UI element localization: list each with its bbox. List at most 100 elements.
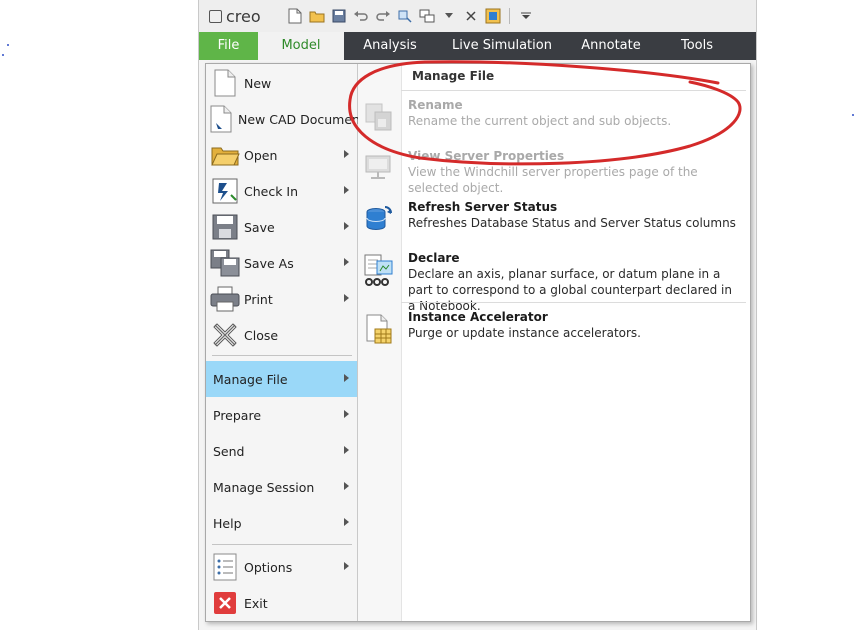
menu-item-manage-session[interactable]: Manage Session bbox=[206, 469, 357, 505]
menu-item-save-as[interactable]: Save As bbox=[206, 245, 357, 281]
submenu-arrow-icon bbox=[344, 294, 349, 302]
close-window-icon[interactable] bbox=[463, 8, 479, 24]
creo-logo-text: creo bbox=[226, 7, 261, 26]
toolbar-separator bbox=[509, 8, 510, 24]
tab-model[interactable]: Model bbox=[258, 32, 344, 60]
quick-access-toolbar: creo bbox=[199, 0, 756, 33]
windows-icon[interactable] bbox=[419, 8, 435, 24]
submenu-item-instance-accelerator[interactable]: Instance Accelerator Purge or update ins… bbox=[358, 310, 750, 350]
menu-item-label: Open bbox=[244, 147, 278, 163]
file-menu-list: New New CAD Document Open Check In Save … bbox=[206, 64, 365, 621]
creo-logo-icon bbox=[209, 10, 222, 23]
new-document-icon bbox=[210, 68, 240, 98]
menu-item-label: Save As bbox=[244, 255, 294, 271]
submenu-arrow-icon bbox=[344, 374, 349, 382]
menu-item-open[interactable]: Open bbox=[206, 137, 357, 173]
menu-item-exit[interactable]: Exit bbox=[206, 585, 357, 621]
save-icon[interactable] bbox=[331, 8, 347, 24]
tab-annotate[interactable]: Annotate bbox=[568, 32, 654, 60]
submenu-arrow-icon bbox=[344, 150, 349, 158]
menu-item-close[interactable]: Close bbox=[206, 317, 357, 353]
menu-item-label: Save bbox=[244, 219, 275, 235]
submenu-arrow-icon bbox=[344, 562, 349, 570]
annotation-dot bbox=[2, 54, 4, 56]
submenu-item-title: Declare bbox=[408, 251, 460, 265]
annotation-dot bbox=[852, 114, 854, 116]
menu-item-label: Exit bbox=[244, 595, 268, 611]
menu-divider bbox=[212, 355, 352, 356]
creo-logo: creo bbox=[209, 7, 261, 26]
menu-item-label: Options bbox=[244, 559, 293, 575]
menu-item-label: Check In bbox=[244, 183, 299, 199]
menu-item-label: Manage Session bbox=[213, 479, 315, 495]
submenu-arrow-icon bbox=[344, 410, 349, 418]
manage-file-submenu: Manage File Rename Rename the current ob… bbox=[358, 64, 750, 621]
printer-icon bbox=[210, 284, 240, 314]
exit-icon bbox=[210, 588, 240, 618]
submenu-item-view-server-properties[interactable]: View Server Properties View the Windchil… bbox=[358, 149, 750, 199]
menu-item-label: Prepare bbox=[213, 407, 262, 423]
submenu-arrow-icon bbox=[344, 482, 349, 490]
menu-item-save[interactable]: Save bbox=[206, 209, 357, 245]
save-icon bbox=[210, 212, 240, 242]
submenu-arrow-icon bbox=[344, 446, 349, 454]
options-list-icon bbox=[210, 552, 240, 582]
menu-item-new-cad-document[interactable]: New CAD Document bbox=[206, 101, 365, 137]
submenu-item-rename[interactable]: Rename Rename the current object and sub… bbox=[358, 98, 750, 150]
submenu-arrow-icon bbox=[344, 518, 349, 526]
open-folder-icon bbox=[210, 140, 240, 170]
customize-toolbar-icon[interactable] bbox=[518, 8, 534, 24]
instance-accelerator-icon bbox=[362, 312, 396, 346]
submenu-divider bbox=[401, 302, 746, 303]
tab-analysis[interactable]: Analysis bbox=[344, 32, 436, 60]
submenu-arrow-icon bbox=[344, 222, 349, 230]
new-cad-document-icon bbox=[210, 104, 234, 134]
menu-item-new[interactable]: New bbox=[206, 65, 357, 101]
menu-item-options[interactable]: Options bbox=[206, 549, 357, 585]
menu-item-label: Help bbox=[213, 515, 242, 531]
declare-icon bbox=[362, 253, 396, 287]
tab-live-simulation[interactable]: Live Simulation bbox=[436, 32, 568, 60]
check-in-toolbar-icon[interactable] bbox=[485, 8, 501, 24]
rename-icon bbox=[362, 100, 396, 134]
menu-item-label: New bbox=[244, 75, 272, 91]
menu-item-help[interactable]: Help bbox=[206, 505, 357, 541]
menu-item-print[interactable]: Print bbox=[206, 281, 357, 317]
submenu-item-description: Rename the current object and sub object… bbox=[408, 114, 672, 128]
undo-icon[interactable] bbox=[353, 8, 369, 24]
menu-item-check-in[interactable]: Check In bbox=[206, 173, 357, 209]
menu-divider bbox=[212, 544, 352, 545]
save-as-icon bbox=[210, 248, 240, 278]
chevron-down-icon[interactable] bbox=[441, 8, 457, 24]
menu-item-label: Send bbox=[213, 443, 245, 459]
submenu-item-description: Refreshes Database Status and Server Sta… bbox=[408, 216, 736, 230]
submenu-arrow-icon bbox=[344, 258, 349, 266]
tab-file[interactable]: File bbox=[199, 32, 258, 60]
menu-item-manage-file[interactable]: Manage File bbox=[206, 361, 357, 397]
submenu-item-description: Purge or update instance accelerators. bbox=[408, 326, 641, 340]
server-properties-icon bbox=[362, 151, 396, 185]
regenerate-icon[interactable] bbox=[397, 8, 413, 24]
submenu-item-title: View Server Properties bbox=[408, 149, 565, 163]
redo-icon[interactable] bbox=[375, 8, 391, 24]
submenu-item-refresh-server-status[interactable]: Refresh Server Status Refreshes Database… bbox=[358, 200, 750, 240]
close-icon bbox=[210, 320, 240, 350]
menu-item-label: New CAD Document bbox=[238, 111, 365, 127]
submenu-header-divider bbox=[401, 90, 746, 91]
submenu-item-description: Declare an axis, planar surface, or datu… bbox=[408, 267, 732, 313]
check-in-icon bbox=[210, 176, 240, 206]
submenu-item-title: Rename bbox=[408, 98, 463, 112]
open-folder-icon[interactable] bbox=[309, 8, 325, 24]
ribbon-tabs: File Model Analysis Live Simulation Anno… bbox=[199, 32, 756, 60]
submenu-item-description: View the Windchill server properties pag… bbox=[408, 165, 698, 195]
tab-tools[interactable]: Tools bbox=[654, 32, 740, 60]
menu-item-send[interactable]: Send bbox=[206, 433, 357, 469]
new-file-icon[interactable] bbox=[287, 8, 303, 24]
menu-item-prepare[interactable]: Prepare bbox=[206, 397, 357, 433]
submenu-header: Manage File bbox=[412, 69, 495, 83]
submenu-arrow-icon bbox=[344, 186, 349, 194]
submenu-item-title: Instance Accelerator bbox=[408, 310, 548, 324]
menu-item-label: Print bbox=[244, 291, 273, 307]
submenu-item-declare[interactable]: Declare Declare an axis, planar surface,… bbox=[358, 251, 750, 313]
file-menu: New New CAD Document Open Check In Save … bbox=[205, 63, 751, 622]
